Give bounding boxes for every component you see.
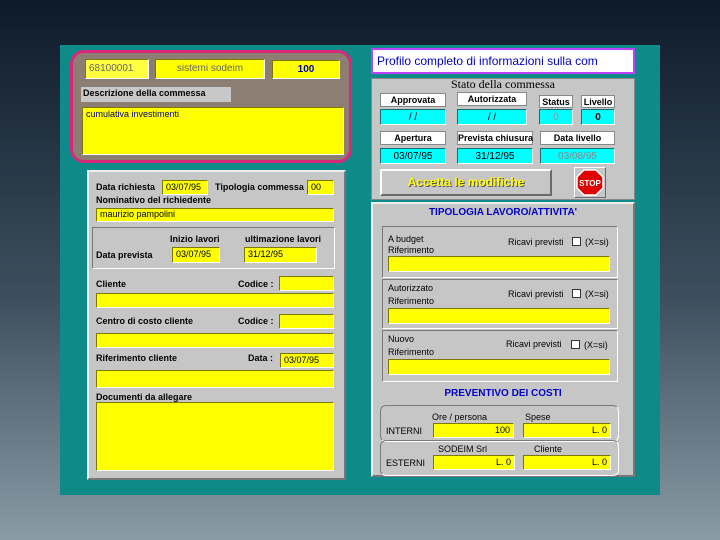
- ultimazione-lavori-field[interactable]: 31/12/95: [244, 247, 317, 263]
- spese-label: Spese: [525, 412, 551, 422]
- profile-title: Profilo completo di informazioni sulla c…: [377, 54, 598, 68]
- cliente-preventivo-label: Cliente: [534, 444, 563, 454]
- tipologia-row-3-ricavi: Ricavi previsti: [506, 339, 562, 349]
- prevista-chiusura-label: Prevista chiusura: [457, 131, 534, 145]
- autorizzata-label: Autorizzata: [457, 92, 527, 106]
- stato-title: Stato della commessa: [451, 77, 555, 91]
- stop-icon: STOP: [576, 169, 604, 196]
- codice2-label: Codice :: [238, 316, 274, 326]
- company-field[interactable]: sistemi sodeim: [155, 59, 265, 79]
- livello-field[interactable]: 0: [581, 109, 615, 125]
- apertura-label: Apertura: [380, 131, 446, 145]
- tipologia-row-2-xsi: (X=si): [585, 289, 609, 299]
- esterni-label: ESTERNI: [386, 458, 426, 468]
- data-prevista-label: Data prevista: [96, 250, 153, 260]
- inizio-lavori-label: Inizio lavori: [170, 234, 220, 244]
- tipologia-row-3-rif: Riferimento: [388, 347, 435, 357]
- tipologia-commessa-label: Tipologia commessa: [215, 182, 304, 192]
- tipologia-row-3-name: Nuovo: [388, 334, 415, 344]
- ore-persona-label: Ore / persona: [432, 412, 488, 422]
- centro-costo-field[interactable]: [96, 333, 334, 348]
- tipologia-row-1-name: A budget: [388, 234, 424, 244]
- esterni-cliente-field[interactable]: L. 0: [523, 455, 611, 470]
- tipologia-row-2-rif: Riferimento: [388, 296, 435, 306]
- tipologia-row-1-rif: Riferimento: [388, 245, 435, 255]
- tipologia-row-3-xsi: (X=si): [584, 340, 608, 350]
- data-label: Data :: [248, 353, 274, 363]
- data-richiesta-field[interactable]: 03/07/95: [162, 180, 208, 195]
- cliente-field[interactable]: [96, 293, 334, 308]
- approvata-label: Approvata: [380, 93, 446, 107]
- code-field[interactable]: 68100001: [85, 59, 149, 79]
- prevista-chiusura-field[interactable]: 31/12/95: [457, 148, 533, 164]
- tipologia-row-2-ricavi: Ricavi previsti: [508, 289, 564, 299]
- tipologia-row-3-field[interactable]: [388, 359, 610, 375]
- preventivo-title: PREVENTIVO DEI COSTI: [444, 388, 562, 399]
- riferimento-cliente-field[interactable]: [96, 370, 334, 388]
- apertura-field[interactable]: 03/07/95: [380, 148, 446, 164]
- livello-label: Livello: [581, 95, 615, 108]
- ultimazione-lavori-label: ultimazione lavori: [245, 234, 322, 244]
- esterni-sodeim-field[interactable]: L. 0: [433, 455, 515, 470]
- descrizione-field[interactable]: cumulativa investimenti: [82, 107, 344, 155]
- cliente-label: Cliente: [96, 279, 127, 289]
- interni-label: INTERNI: [386, 426, 422, 436]
- codice2-field[interactable]: [279, 314, 334, 329]
- interni-spese-field[interactable]: L. 0: [523, 423, 611, 438]
- nominativo-label: Nominativo del richiedente: [96, 195, 212, 205]
- documenti-label: Documenti da allegare: [96, 392, 193, 402]
- nominativo-field[interactable]: maurizio pampolini: [96, 208, 334, 222]
- tipologia-row-2-checkbox[interactable]: [572, 289, 581, 298]
- data-field[interactable]: 03/07/95: [280, 353, 334, 368]
- approvata-field[interactable]: / /: [380, 109, 446, 125]
- codice-field[interactable]: [279, 276, 334, 291]
- status-field[interactable]: 0: [539, 109, 573, 125]
- tipologia-commessa-field[interactable]: 00: [307, 180, 334, 195]
- accetta-button[interactable]: Accetta le modifiche: [380, 169, 552, 196]
- sodeim-label: SODEIM Srl: [438, 444, 488, 454]
- main-window: 68100001 sistemi sodeim 100 Descrizione …: [60, 45, 660, 495]
- data-livello-field[interactable]: 03/08/95: [540, 148, 615, 164]
- number-field[interactable]: 100: [272, 60, 340, 79]
- interni-ore-field[interactable]: 100: [433, 423, 514, 438]
- documenti-field[interactable]: [96, 402, 334, 471]
- tipologia-row-3-checkbox[interactable]: [571, 340, 580, 349]
- riferimento-cliente-label: Riferimento cliente: [96, 353, 178, 363]
- descrizione-label: Descrizione della commessa: [81, 87, 231, 102]
- tipologia-row-2-field[interactable]: [388, 308, 610, 324]
- tipologia-row-1-field[interactable]: [388, 256, 610, 272]
- inizio-lavori-field[interactable]: 03/07/95: [172, 247, 220, 263]
- status-label: Status: [539, 95, 573, 108]
- stop-button[interactable]: STOP: [574, 167, 606, 198]
- tipologia-row-2-name: Autorizzato: [388, 283, 434, 293]
- tipologia-row-1-xsi: (X=si): [585, 237, 609, 247]
- tipologia-row-1-checkbox[interactable]: [572, 237, 581, 246]
- codice-label: Codice :: [238, 279, 274, 289]
- autorizzata-field[interactable]: / /: [457, 109, 527, 125]
- data-livello-label: Data livello: [540, 131, 615, 145]
- profile-title-bar: Profilo completo di informazioni sulla c…: [371, 48, 635, 74]
- centro-costo-label: Centro di costo cliente: [96, 316, 194, 326]
- accetta-label: Accetta le modifiche: [407, 175, 525, 189]
- tipologia-row-1-ricavi: Ricavi previsti: [508, 237, 564, 247]
- data-richiesta-label: Data richiesta: [96, 182, 156, 192]
- tipologia-title: TIPOLOGIA LAVORO/ATTIVITA': [428, 207, 578, 218]
- stop-text: STOP: [579, 179, 601, 188]
